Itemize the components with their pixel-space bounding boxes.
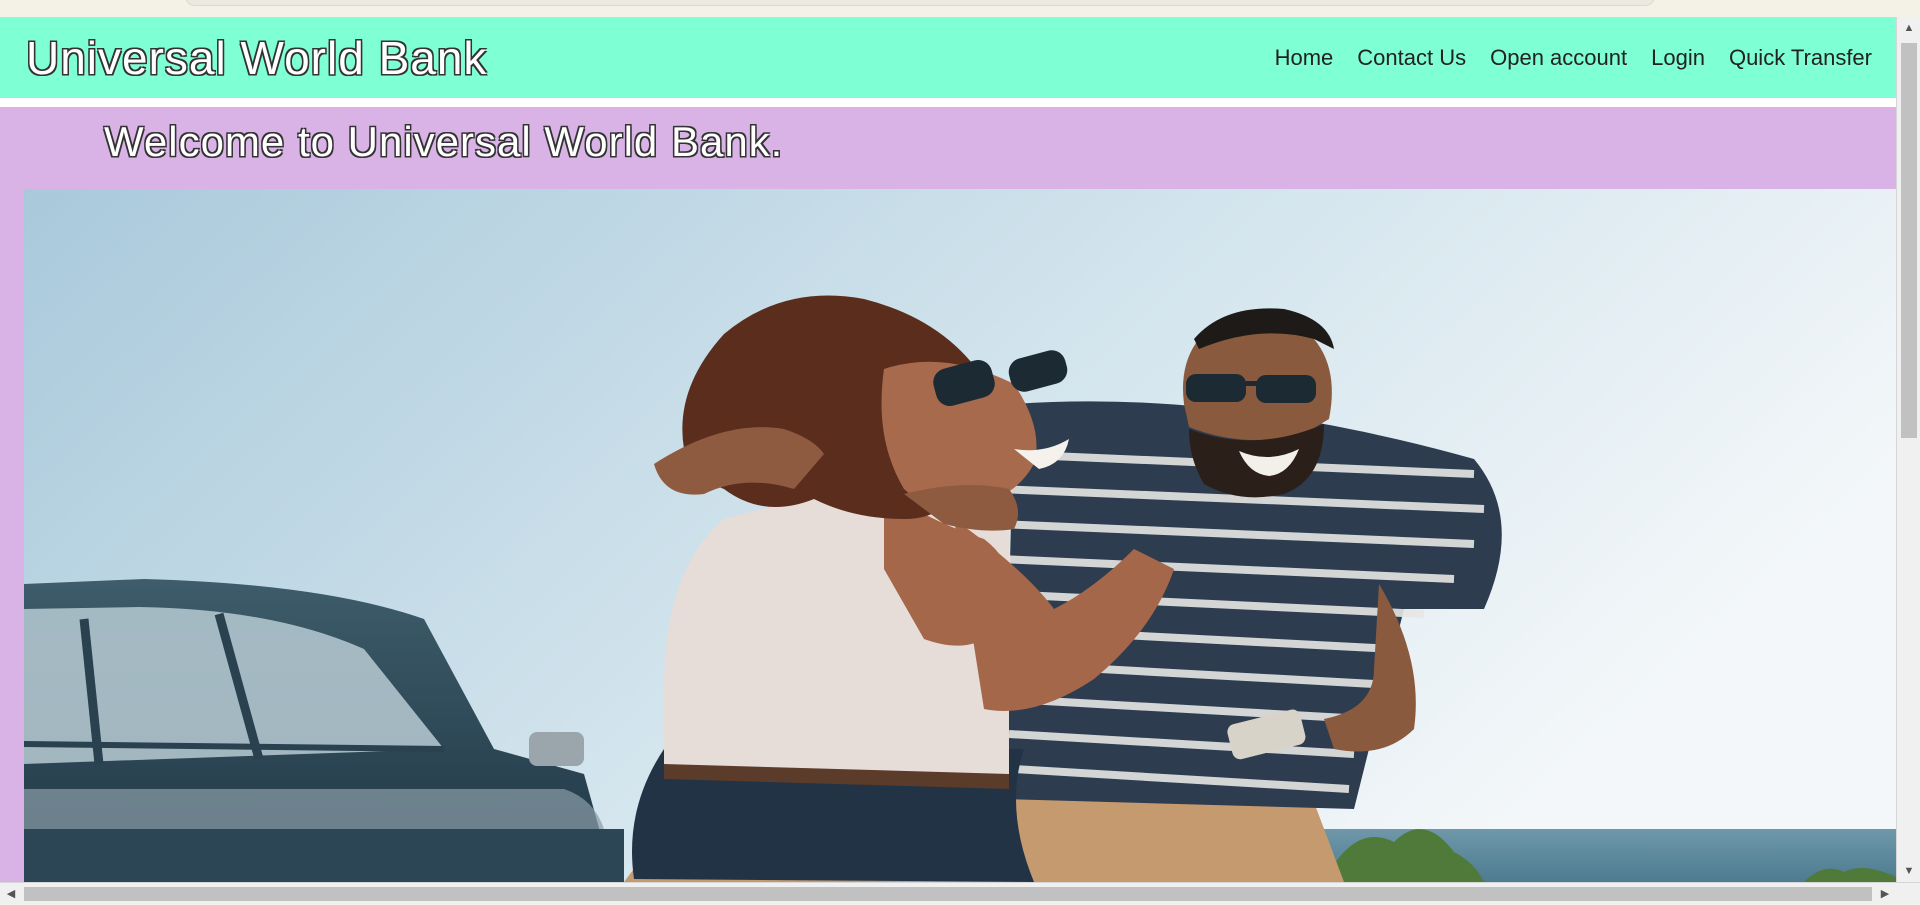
nav-home-link[interactable]: Home bbox=[1263, 45, 1346, 71]
welcome-heading: Welcome to Universal World Bank. bbox=[104, 118, 784, 165]
scroll-down-icon[interactable]: ▼ bbox=[1897, 860, 1920, 882]
horizontal-scrollbar[interactable]: ◀ ▶ bbox=[0, 882, 1920, 904]
nav-open-account-link[interactable]: Open account bbox=[1478, 45, 1639, 71]
vertical-scrollbar-thumb[interactable] bbox=[1901, 43, 1917, 438]
address-bar[interactable] bbox=[185, 0, 1655, 6]
hero-image bbox=[24, 189, 1896, 882]
navbar: Universal World Bank Home Contact Us Ope… bbox=[0, 17, 1896, 98]
browser-top-strip bbox=[0, 0, 1920, 17]
horizontal-scrollbar-thumb[interactable] bbox=[24, 887, 1872, 901]
scroll-up-icon[interactable]: ▲ bbox=[1897, 17, 1920, 39]
site-logo[interactable]: Universal World Bank bbox=[26, 31, 487, 85]
nav-links: Home Contact Us Open account Login Quick… bbox=[1263, 45, 1872, 71]
vertical-scrollbar[interactable]: ▲ ▼ bbox=[1896, 17, 1920, 882]
scroll-right-icon[interactable]: ▶ bbox=[1874, 883, 1896, 905]
nav-login-link[interactable]: Login bbox=[1639, 45, 1717, 71]
nav-quick-transfer-link[interactable]: Quick Transfer bbox=[1717, 45, 1872, 71]
hero-photo bbox=[24, 189, 1896, 882]
scroll-left-icon[interactable]: ◀ bbox=[0, 883, 22, 905]
nav-contact-us-link[interactable]: Contact Us bbox=[1345, 45, 1478, 71]
nav-divider bbox=[0, 98, 1896, 107]
